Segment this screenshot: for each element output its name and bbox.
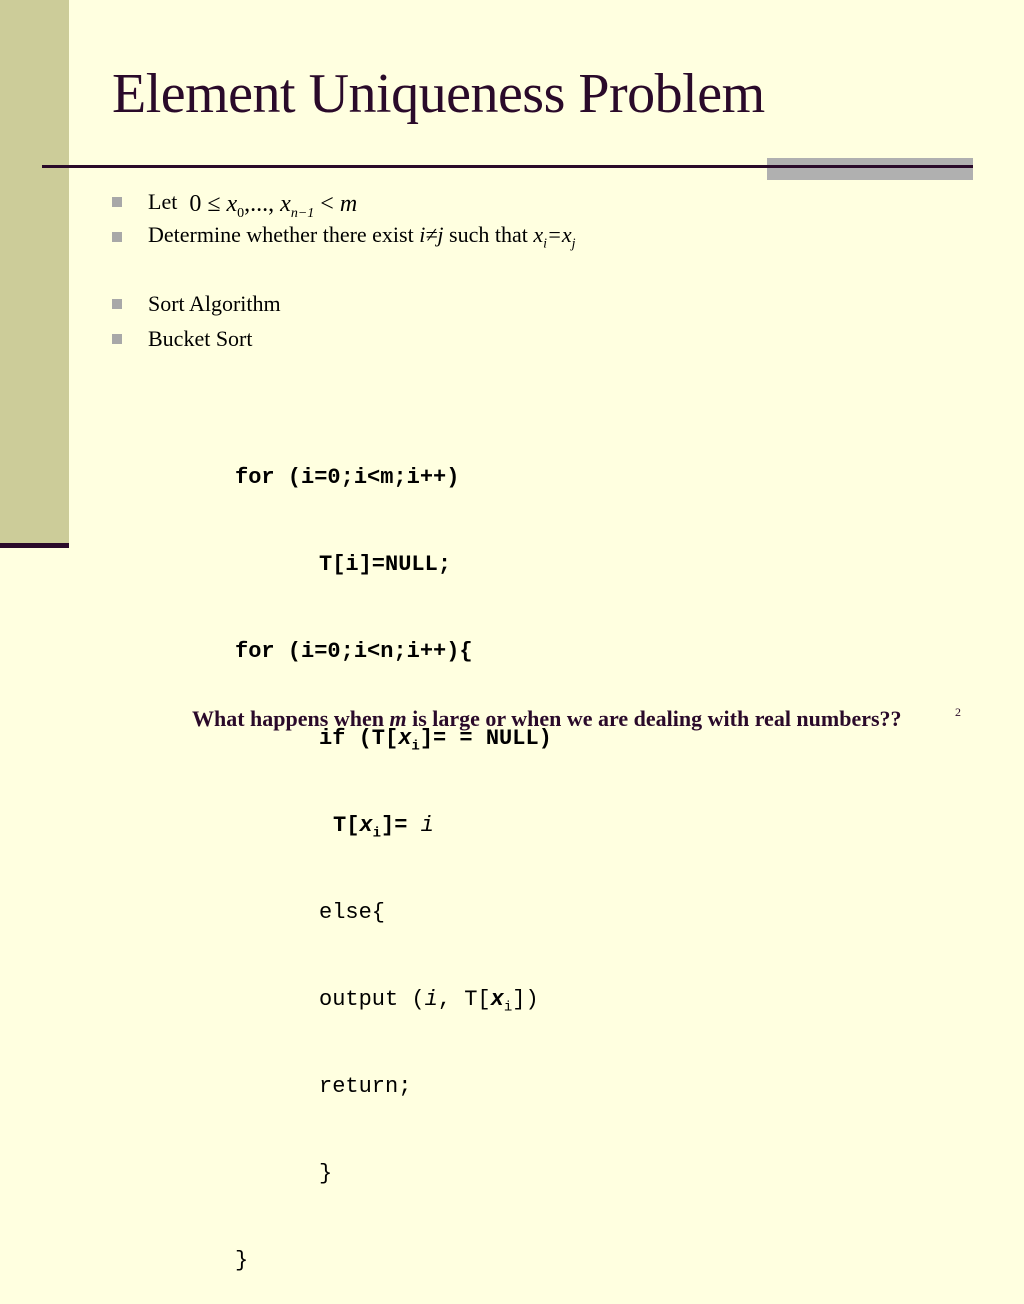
bullet-square-icon (112, 197, 122, 208)
closing-question: What happens when m is large or when we … (192, 706, 902, 731)
bullet-sort-algorithm: Sort Algorithm (112, 291, 281, 317)
bullet-determine: Determine whether there exist i≠j such t… (112, 222, 576, 252)
title-divider (42, 165, 973, 168)
sidebar-accent-line (0, 543, 69, 548)
code-line: output (i, T[xi]) (319, 987, 539, 1016)
code-line: } (319, 1161, 333, 1186)
code-line: T[i]=NULL; (319, 552, 452, 577)
code-line: T[xi]= i (333, 813, 434, 842)
bullet-square-icon (112, 232, 122, 243)
slide-number: 2 (955, 705, 961, 719)
bullet-text: Determine whether there exist i≠j such t… (148, 222, 576, 252)
bullet-square-icon (112, 299, 122, 309)
bullet-text: Bucket Sort (148, 326, 253, 351)
code-line: for (i=0;i<m;i++) (235, 465, 460, 490)
bullet-text: Sort Algorithm (148, 291, 281, 316)
bullet-bucket-sort: Bucket Sort (112, 326, 253, 352)
code-line: return; (319, 1074, 412, 1099)
range-formula: 0 ≤ x0,..., xn−1 < m (189, 191, 358, 221)
code-block: for (i=0;i<m;i++) T[i]=NULL; for (i=0;i<… (235, 405, 552, 1304)
code-line: else{ (319, 900, 386, 925)
bullet-text: Let (148, 189, 178, 215)
bullet-let: Let 0 ≤ x0,..., xn−1 < m (112, 187, 357, 221)
slide-title: Element Uniqueness Problem (112, 63, 765, 125)
code-line: for (i=0;i<n;i++){ (235, 639, 473, 664)
title-accent-block (767, 158, 973, 180)
sidebar-decoration (0, 0, 69, 543)
bullet-square-icon (112, 334, 122, 344)
code-line: } (235, 1248, 249, 1273)
